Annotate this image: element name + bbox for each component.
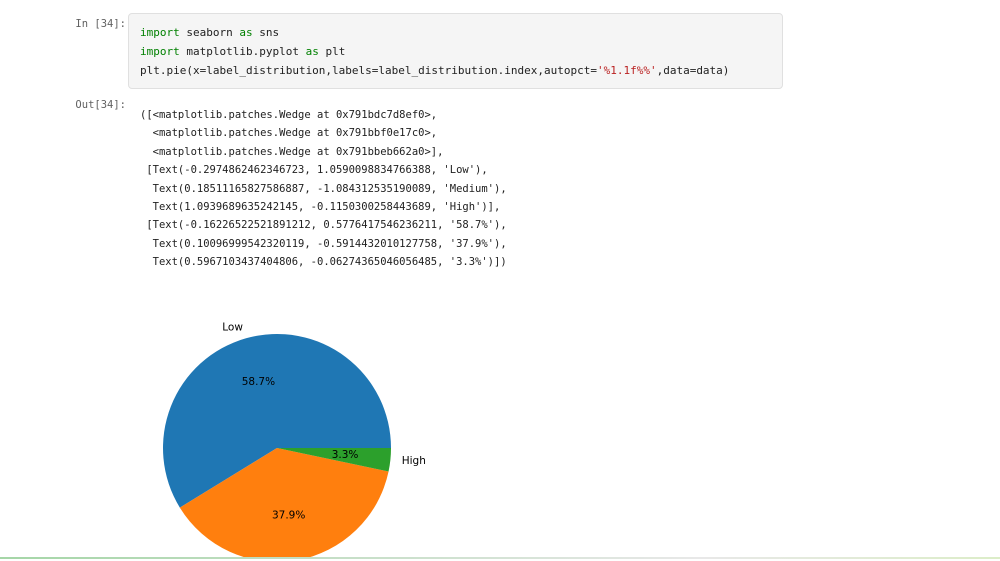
cell-output-text: ([<matplotlib.patches.Wedge at 0x791bdc7… — [140, 106, 700, 272]
pie-label-high: High — [402, 455, 426, 467]
pie-pct-label: 37.9% — [272, 509, 305, 521]
pie-label-low: Low — [222, 321, 243, 333]
pie-chart: Low58.7%Medium37.9%High3.3% — [162, 321, 426, 557]
output-line: Text(1.0939689635242145, -0.115030025844… — [140, 201, 501, 214]
code-string: '%1.1f%%' — [596, 64, 657, 77]
output-line: Text(0.10096999542320119, -0.59144320101… — [140, 237, 507, 250]
input-prompt: In [34]: — [75, 18, 126, 30]
code-line-3: plt.pie(x=label_distribution,labels=labe… — [140, 64, 729, 77]
output-line: <matplotlib.patches.Wedge at 0x791bbeb66… — [140, 145, 444, 158]
code-line-1: import seaborn as sns — [140, 26, 279, 39]
code-keyword: as — [239, 26, 253, 39]
code-input-cell[interactable]: import seaborn as sns import matplotlib.… — [128, 13, 783, 89]
output-line: [Text(-0.16226522521891212, 0.5776417546… — [140, 219, 507, 232]
code-text: plt.pie(x=label_distribution,labels=labe… — [140, 64, 597, 77]
code-text: matplotlib.pyplot — [179, 45, 306, 58]
pie-pct-label: 3.3% — [332, 449, 359, 461]
output-line: <matplotlib.patches.Wedge at 0x791bbf0e1… — [140, 127, 438, 140]
code-keyword: import — [140, 45, 180, 58]
output-line: ([<matplotlib.patches.Wedge at 0x791bdc7… — [140, 109, 438, 121]
code-text: ,data=data) — [656, 64, 730, 77]
bottom-divider — [0, 557, 1000, 559]
code-keyword: as — [305, 45, 319, 58]
output-prompt: Out[34]: — [75, 99, 126, 111]
code-text: plt — [318, 45, 346, 58]
output-line: Text(0.18511165827586887, -1.08431253519… — [140, 182, 507, 195]
output-line: Text(0.5967103437404806, -0.062743650460… — [140, 256, 507, 269]
code-keyword: import — [140, 26, 180, 39]
pie-pct-label: 58.7% — [242, 376, 275, 388]
code-line-2: import matplotlib.pyplot as plt — [140, 45, 345, 58]
code-text: seaborn — [179, 26, 240, 39]
code-text: sns — [252, 26, 280, 39]
output-line: [Text(-0.2974862462346723, 1.05900988347… — [140, 164, 488, 177]
